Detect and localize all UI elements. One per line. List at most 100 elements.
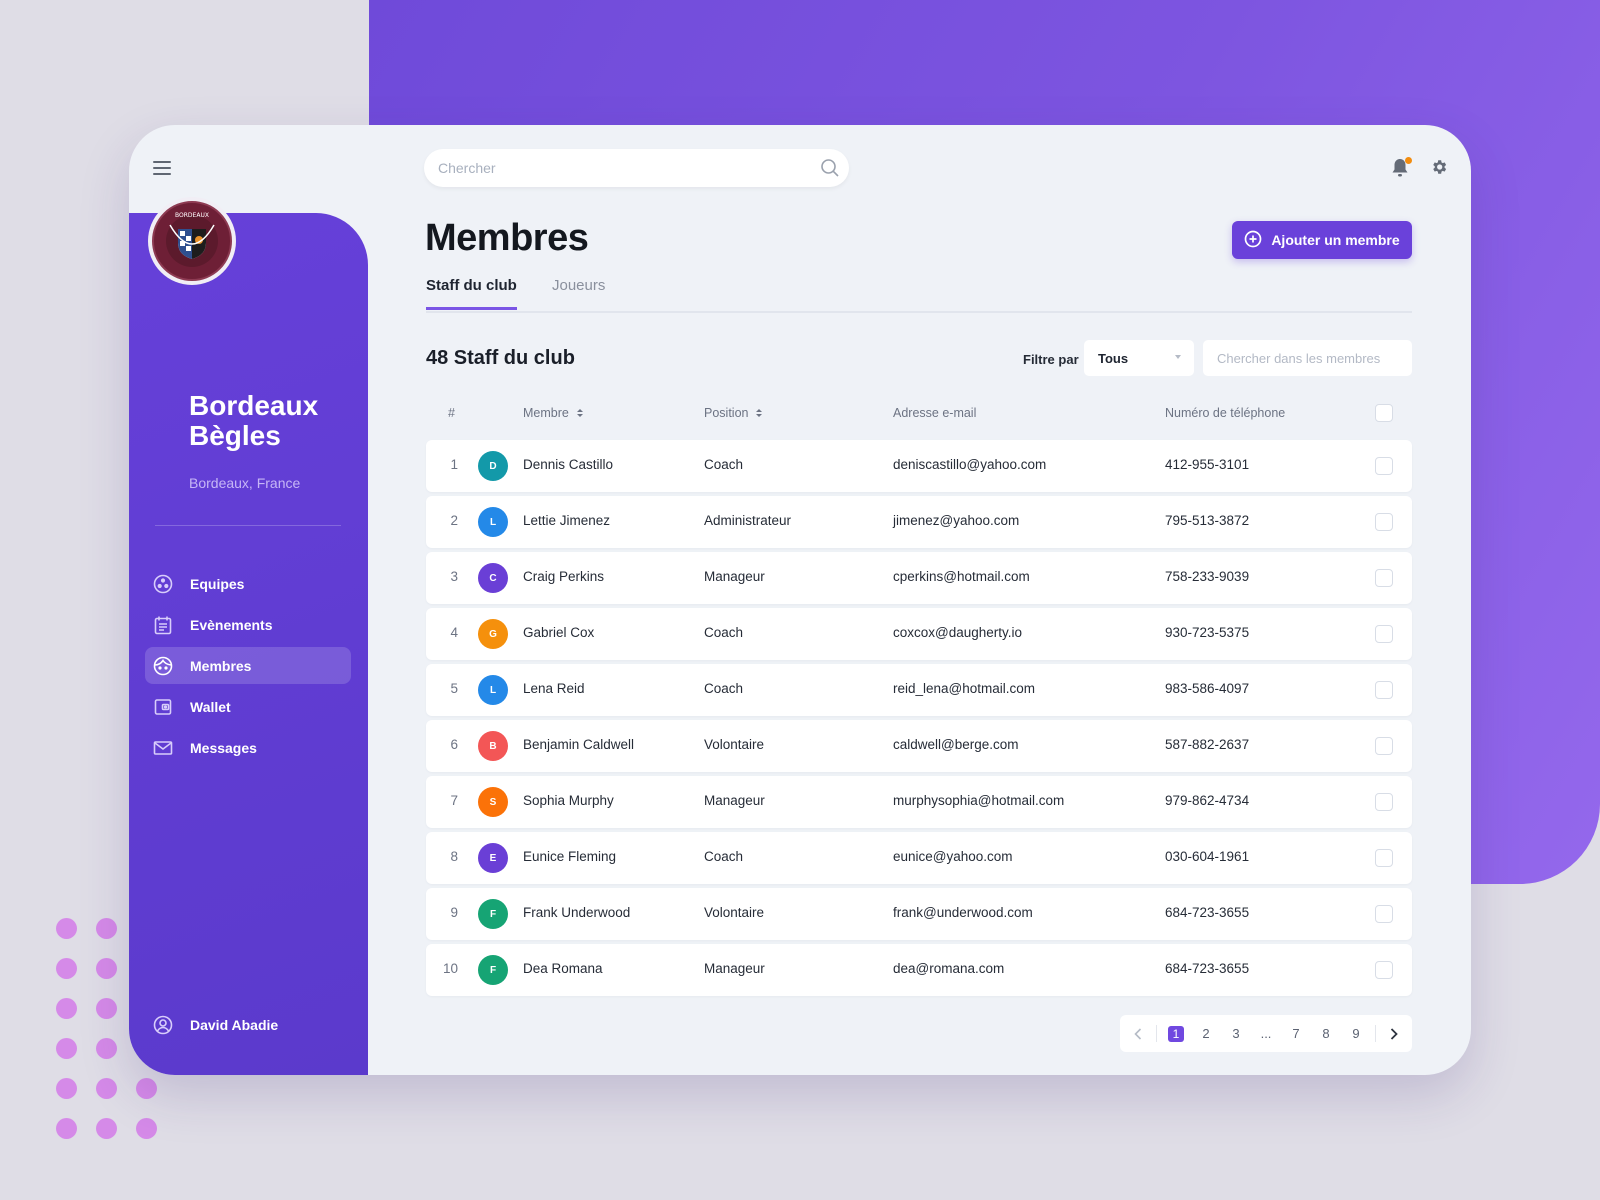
member-email: caldwell@berge.com [893, 737, 1019, 752]
row-index: 1 [450, 457, 458, 472]
app-window: Bordeaux Bègles Bordeaux, France Equipes… [129, 125, 1471, 1075]
column-index: # [448, 406, 455, 420]
page-label: 3 [1232, 1025, 1240, 1041]
club-location: Bordeaux, France [189, 475, 301, 491]
column-member[interactable]: Membre [523, 406, 583, 420]
mail-icon [153, 738, 173, 758]
avatar: G [478, 619, 508, 649]
global-search [424, 149, 849, 187]
face-icon [153, 656, 173, 676]
decorative-dot [136, 1078, 157, 1099]
column-position[interactable]: Position [704, 406, 763, 420]
row-index: 8 [450, 849, 458, 864]
member-name: Eunice Fleming [523, 849, 617, 864]
table-row[interactable]: 9 F Frank Underwood Volontaire frank@und… [426, 888, 1412, 940]
row-checkbox[interactable] [1375, 737, 1393, 755]
member-name: Gabriel Cox [523, 625, 595, 640]
avatar: C [478, 563, 508, 593]
table-row[interactable]: 10 F Dea Romana Manageur dea@romana.com … [426, 944, 1412, 996]
member-phone: 930-723-5375 [1165, 625, 1250, 640]
member-name: Dea Romana [523, 961, 603, 976]
sidebar-item-messages[interactable]: Messages [145, 729, 351, 766]
row-checkbox[interactable] [1375, 961, 1393, 979]
table-row[interactable]: 6 B Benjamin Caldwell Volontaire caldwel… [426, 720, 1412, 772]
member-name: Frank Underwood [523, 905, 631, 920]
sidebar-item-equipes[interactable]: Equipes [145, 565, 351, 602]
decorative-dot [96, 1078, 117, 1099]
row-index: 6 [450, 737, 458, 752]
member-search [1203, 340, 1412, 376]
sort-icon[interactable] [756, 409, 763, 417]
select-all-checkbox[interactable] [1375, 404, 1393, 422]
page-button[interactable]: 3 [1221, 1026, 1251, 1042]
teams-icon [153, 574, 173, 594]
row-checkbox[interactable] [1375, 849, 1393, 867]
user-profile[interactable]: David Abadie [153, 1015, 278, 1035]
table-row[interactable]: 7 S Sophia Murphy Manageur murphysophia@… [426, 776, 1412, 828]
member-phone: 684-723-3655 [1165, 905, 1250, 920]
row-checkbox[interactable] [1375, 625, 1393, 643]
page-button[interactable]: 1 [1161, 1025, 1191, 1042]
page-label: 7 [1292, 1025, 1300, 1041]
sidebar-item-membres[interactable]: Membres [145, 647, 351, 684]
member-position: Volontaire [704, 905, 765, 920]
row-checkbox[interactable] [1375, 457, 1393, 475]
sidebar-item-evnements[interactable]: Evènements [145, 606, 351, 643]
member-position: Manageur [704, 569, 765, 584]
row-checkbox[interactable] [1375, 905, 1393, 923]
gear-icon[interactable] [1430, 158, 1448, 181]
menu-icon[interactable] [153, 161, 171, 175]
table-row[interactable]: 2 L Lettie Jimenez Administrateur jimene… [426, 496, 1412, 548]
row-checkbox[interactable] [1375, 569, 1393, 587]
page-button[interactable]: 2 [1191, 1026, 1221, 1042]
club-name: Bordeaux Bègles [189, 390, 319, 451]
member-search-input[interactable] [1203, 340, 1412, 376]
pagination: 1 2 3... 7 8 9 [1120, 1015, 1412, 1052]
members-count-title: 48 Staff du club [426, 347, 575, 369]
add-member-button[interactable]: Ajouter un membre [1232, 221, 1412, 259]
avatar: B [478, 731, 508, 761]
search-input[interactable] [424, 149, 784, 187]
row-index: 10 [442, 961, 458, 976]
table-row[interactable]: 4 G Gabriel Cox Coach coxcox@daugherty.i… [426, 608, 1412, 660]
decorative-dot [136, 1118, 157, 1139]
member-email: coxcox@daugherty.io [893, 625, 1023, 640]
avatar: F [478, 955, 508, 985]
prev-page-button[interactable] [1120, 1027, 1156, 1040]
member-phone: 979-862-4734 [1165, 793, 1250, 808]
plus-circle-icon [1244, 230, 1262, 251]
page-button[interactable]: 8 [1311, 1026, 1341, 1042]
sidebar-item-label: Wallet [190, 698, 231, 715]
page-button[interactable]: 7 [1281, 1026, 1311, 1042]
row-checkbox[interactable] [1375, 513, 1393, 531]
next-page-button[interactable] [1376, 1027, 1412, 1040]
user-circle-icon [153, 1015, 173, 1035]
table-row[interactable]: 3 C Craig Perkins Manageur cperkins@hotm… [426, 552, 1412, 604]
table-row[interactable]: 8 E Eunice Fleming Coach eunice@yahoo.co… [426, 832, 1412, 884]
tab-staff[interactable]: Staff du club [426, 277, 517, 310]
tab-players[interactable]: Joueurs [552, 277, 605, 307]
row-index: 3 [450, 569, 458, 584]
sort-icon[interactable] [576, 409, 583, 417]
member-phone: 587-882-2637 [1165, 737, 1250, 752]
page-label: ... [1260, 1025, 1272, 1041]
search-icon[interactable] [820, 158, 840, 183]
calendar-icon [153, 615, 173, 635]
member-name: Craig Perkins [523, 569, 605, 584]
member-phone: 795-513-3872 [1165, 513, 1250, 528]
member-name: Lena Reid [523, 681, 585, 696]
filter-select[interactable]: Tous [1084, 340, 1194, 376]
member-position: Manageur [704, 961, 765, 976]
member-position: Coach [704, 457, 744, 472]
table-row[interactable]: 1 D Dennis Castillo Coach deniscastillo@… [426, 440, 1412, 492]
row-checkbox[interactable] [1375, 793, 1393, 811]
member-email: murphysophia@hotmail.com [893, 793, 1065, 808]
table-row[interactable]: 5 L Lena Reid Coach reid_lena@hotmail.co… [426, 664, 1412, 716]
sidebar-item-wallet[interactable]: Wallet [145, 688, 351, 725]
row-checkbox[interactable] [1375, 681, 1393, 699]
page-button[interactable]: 9 [1341, 1026, 1371, 1042]
avatar: D [478, 451, 508, 481]
caret-down-icon [1175, 355, 1181, 359]
row-index: 4 [450, 625, 458, 640]
user-name: David Abadie [190, 1017, 279, 1033]
